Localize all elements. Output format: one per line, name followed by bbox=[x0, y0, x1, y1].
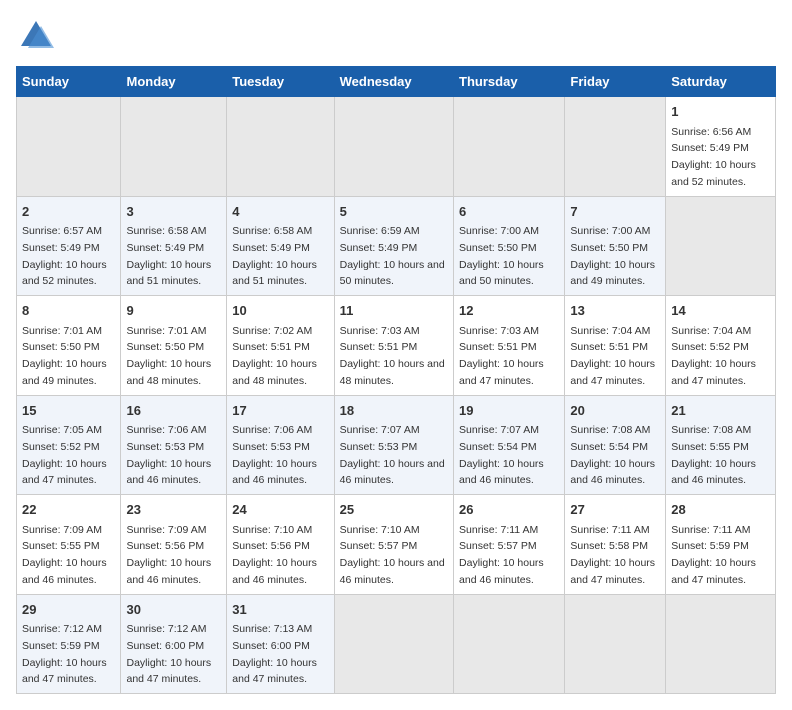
calendar-week: 15Sunrise: 7:05 AMSunset: 5:52 PMDayligh… bbox=[17, 395, 776, 495]
calendar-table: SundayMondayTuesdayWednesdayThursdayFrid… bbox=[16, 66, 776, 694]
calendar-day-empty bbox=[227, 97, 334, 197]
calendar-day-empty bbox=[565, 97, 666, 197]
calendar-day: 30Sunrise: 7:12 AMSunset: 6:00 PMDayligh… bbox=[121, 594, 227, 694]
calendar-day: 3Sunrise: 6:58 AMSunset: 5:49 PMDaylight… bbox=[121, 196, 227, 296]
calendar-day: 6Sunrise: 7:00 AMSunset: 5:50 PMDaylight… bbox=[454, 196, 565, 296]
calendar-day-empty bbox=[334, 594, 453, 694]
calendar-day-empty bbox=[121, 97, 227, 197]
calendar-day: 1Sunrise: 6:56 AMSunset: 5:49 PMDaylight… bbox=[666, 97, 776, 197]
header-day: Wednesday bbox=[334, 67, 453, 97]
calendar-week: 1Sunrise: 6:56 AMSunset: 5:49 PMDaylight… bbox=[17, 97, 776, 197]
calendar-day-empty bbox=[454, 594, 565, 694]
calendar-day: 12Sunrise: 7:03 AMSunset: 5:51 PMDayligh… bbox=[454, 296, 565, 396]
calendar-week: 8Sunrise: 7:01 AMSunset: 5:50 PMDaylight… bbox=[17, 296, 776, 396]
calendar-day: 28Sunrise: 7:11 AMSunset: 5:59 PMDayligh… bbox=[666, 495, 776, 595]
calendar-week: 22Sunrise: 7:09 AMSunset: 5:55 PMDayligh… bbox=[17, 495, 776, 595]
calendar-day: 15Sunrise: 7:05 AMSunset: 5:52 PMDayligh… bbox=[17, 395, 121, 495]
calendar-day: 18Sunrise: 7:07 AMSunset: 5:53 PMDayligh… bbox=[334, 395, 453, 495]
calendar-day: 20Sunrise: 7:08 AMSunset: 5:54 PMDayligh… bbox=[565, 395, 666, 495]
calendar-day: 25Sunrise: 7:10 AMSunset: 5:57 PMDayligh… bbox=[334, 495, 453, 595]
calendar-day-empty bbox=[666, 196, 776, 296]
header-day: Friday bbox=[565, 67, 666, 97]
header-day: Saturday bbox=[666, 67, 776, 97]
calendar-day-empty bbox=[666, 594, 776, 694]
header-day: Monday bbox=[121, 67, 227, 97]
header-day: Tuesday bbox=[227, 67, 334, 97]
calendar-day: 7Sunrise: 7:00 AMSunset: 5:50 PMDaylight… bbox=[565, 196, 666, 296]
calendar-header: SundayMondayTuesdayWednesdayThursdayFrid… bbox=[17, 67, 776, 97]
calendar-day: 19Sunrise: 7:07 AMSunset: 5:54 PMDayligh… bbox=[454, 395, 565, 495]
calendar-day: 8Sunrise: 7:01 AMSunset: 5:50 PMDaylight… bbox=[17, 296, 121, 396]
calendar-day: 9Sunrise: 7:01 AMSunset: 5:50 PMDaylight… bbox=[121, 296, 227, 396]
calendar-day: 13Sunrise: 7:04 AMSunset: 5:51 PMDayligh… bbox=[565, 296, 666, 396]
calendar-day: 5Sunrise: 6:59 AMSunset: 5:49 PMDaylight… bbox=[334, 196, 453, 296]
calendar-day: 11Sunrise: 7:03 AMSunset: 5:51 PMDayligh… bbox=[334, 296, 453, 396]
header-day: Thursday bbox=[454, 67, 565, 97]
header-day: Sunday bbox=[17, 67, 121, 97]
calendar-day: 4Sunrise: 6:58 AMSunset: 5:49 PMDaylight… bbox=[227, 196, 334, 296]
calendar-day: 10Sunrise: 7:02 AMSunset: 5:51 PMDayligh… bbox=[227, 296, 334, 396]
calendar-day: 26Sunrise: 7:11 AMSunset: 5:57 PMDayligh… bbox=[454, 495, 565, 595]
logo bbox=[16, 16, 60, 56]
calendar-day-empty bbox=[334, 97, 453, 197]
calendar-week: 29Sunrise: 7:12 AMSunset: 5:59 PMDayligh… bbox=[17, 594, 776, 694]
calendar-day: 24Sunrise: 7:10 AMSunset: 5:56 PMDayligh… bbox=[227, 495, 334, 595]
calendar-day: 29Sunrise: 7:12 AMSunset: 5:59 PMDayligh… bbox=[17, 594, 121, 694]
calendar-day: 14Sunrise: 7:04 AMSunset: 5:52 PMDayligh… bbox=[666, 296, 776, 396]
calendar-day: 17Sunrise: 7:06 AMSunset: 5:53 PMDayligh… bbox=[227, 395, 334, 495]
calendar-week: 2Sunrise: 6:57 AMSunset: 5:49 PMDaylight… bbox=[17, 196, 776, 296]
calendar-day: 27Sunrise: 7:11 AMSunset: 5:58 PMDayligh… bbox=[565, 495, 666, 595]
calendar-day: 2Sunrise: 6:57 AMSunset: 5:49 PMDaylight… bbox=[17, 196, 121, 296]
calendar-body: 1Sunrise: 6:56 AMSunset: 5:49 PMDaylight… bbox=[17, 97, 776, 694]
calendar-day-empty bbox=[565, 594, 666, 694]
calendar-day: 16Sunrise: 7:06 AMSunset: 5:53 PMDayligh… bbox=[121, 395, 227, 495]
calendar-day: 22Sunrise: 7:09 AMSunset: 5:55 PMDayligh… bbox=[17, 495, 121, 595]
calendar-day: 21Sunrise: 7:08 AMSunset: 5:55 PMDayligh… bbox=[666, 395, 776, 495]
page-header bbox=[16, 16, 776, 56]
calendar-day-empty bbox=[454, 97, 565, 197]
calendar-day: 31Sunrise: 7:13 AMSunset: 6:00 PMDayligh… bbox=[227, 594, 334, 694]
calendar-day-empty bbox=[17, 97, 121, 197]
logo-icon bbox=[16, 16, 56, 56]
calendar-day: 23Sunrise: 7:09 AMSunset: 5:56 PMDayligh… bbox=[121, 495, 227, 595]
header-row: SundayMondayTuesdayWednesdayThursdayFrid… bbox=[17, 67, 776, 97]
